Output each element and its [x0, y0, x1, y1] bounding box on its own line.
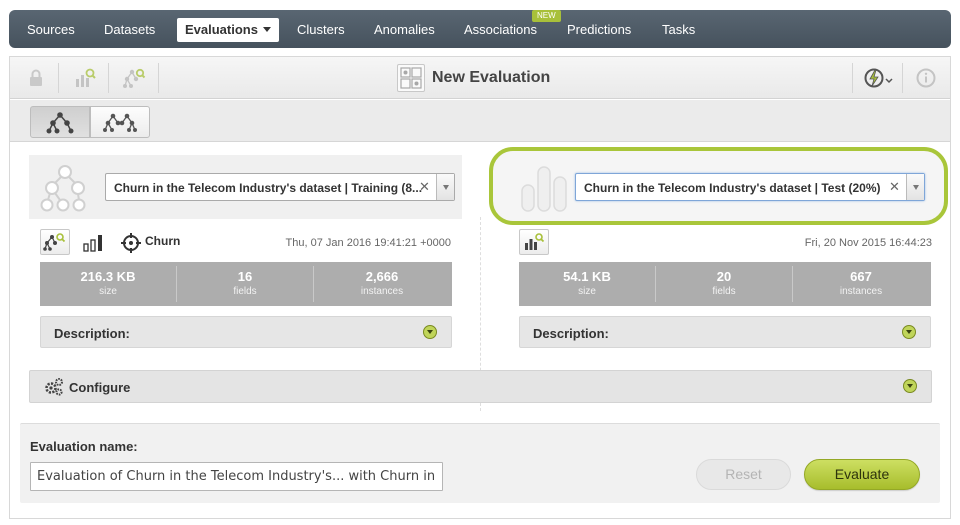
description-label: Description:	[54, 326, 130, 341]
model-type-bar	[10, 100, 950, 142]
toolbar-divider	[108, 63, 109, 93]
toolbar-divider	[158, 63, 159, 93]
dropdown-arrow-icon[interactable]	[906, 174, 924, 200]
nav-datasets[interactable]: Datasets	[104, 22, 155, 37]
expand-icon[interactable]	[423, 325, 437, 339]
configure-section[interactable]: Configure	[29, 370, 932, 403]
nav-evaluations-label: Evaluations	[185, 22, 258, 37]
stat-value: 2,666	[365, 269, 399, 284]
stat-instances: 2,666 instances	[314, 262, 450, 306]
reset-button[interactable]: Reset	[696, 459, 791, 490]
model-stats: 216.3 KB size 16 fields 2,666 instances	[40, 262, 452, 306]
objective-field: Churn	[145, 234, 181, 248]
model-select-box: Churn in the Telecom Industry's dataset …	[29, 155, 462, 219]
signal-bars-icon	[83, 233, 105, 253]
model-panel: Churn in the Telecom Industry's dataset …	[29, 155, 462, 357]
lock-icon[interactable]	[24, 66, 48, 90]
model-tree-icon	[39, 163, 91, 213]
gears-icon	[43, 377, 65, 397]
stat-label: size	[99, 286, 117, 297]
model-description[interactable]: Description:	[40, 316, 452, 348]
dataset-chart-button[interactable]	[519, 229, 549, 255]
stat-label: size	[578, 286, 596, 297]
dropdown-arrow-icon[interactable]	[436, 174, 454, 200]
evaluation-name-label: Evaluation name:	[30, 439, 138, 454]
toolbar-divider	[852, 63, 853, 93]
evaluation-form: Evaluation name: Reset Evaluate	[20, 423, 940, 503]
target-icon	[120, 232, 142, 254]
nav-associations[interactable]: Associations	[464, 22, 537, 37]
configure-label: Configure	[69, 380, 131, 395]
model-select-value: Churn in the Telecom Industry's dataset …	[114, 181, 423, 195]
model-meta-row: Churn Thu, 07 Jan 2016 19:41:21 +0000	[40, 229, 462, 257]
nav-sources[interactable]: Sources	[27, 22, 75, 37]
model-chart-icon[interactable]	[73, 66, 97, 90]
stat-value: 667	[850, 269, 872, 284]
evaluation-icon	[397, 64, 425, 92]
stat-value: 20	[716, 269, 732, 284]
tree-model-icon[interactable]	[122, 66, 146, 90]
dataset-panel: Churn in the Telecom Industry's dataset …	[489, 147, 948, 357]
lightning-icon[interactable]	[862, 66, 898, 90]
clear-icon[interactable]: ✕	[419, 179, 430, 195]
dataset-select-value: Churn in the Telecom Industry's dataset …	[584, 181, 881, 195]
stat-size: 54.1 KB size	[519, 262, 655, 306]
dataset-meta-row: Fri, 20 Nov 2015 16:44:23	[519, 229, 932, 257]
caret-down-icon	[262, 27, 271, 32]
dataset-select[interactable]: Churn in the Telecom Industry's dataset …	[575, 173, 925, 201]
new-badge: NEW	[532, 10, 561, 22]
nav-anomalies[interactable]: Anomalies	[374, 22, 435, 37]
dataset-stats: 54.1 KB size 20 fields 667 instances	[519, 262, 931, 306]
stat-label: fields	[233, 286, 257, 297]
toolbar: New Evaluation	[10, 57, 950, 99]
stat-instances: 667 instances	[793, 262, 929, 306]
stat-value: 54.1 KB	[563, 269, 611, 284]
nav-evaluations[interactable]: Evaluations	[177, 18, 279, 42]
expand-icon[interactable]	[902, 325, 916, 339]
ensemble-model-tab[interactable]	[90, 106, 150, 138]
top-navigation: Sources Datasets Evaluations Clusters An…	[9, 10, 951, 48]
dataset-select-box: Churn in the Telecom Industry's dataset …	[489, 147, 948, 225]
nav-clusters[interactable]: Clusters	[297, 22, 345, 37]
model-select[interactable]: Churn in the Telecom Industry's dataset …	[105, 173, 455, 201]
tree-model-button[interactable]	[40, 229, 70, 255]
stat-value: 216.3 KB	[80, 269, 136, 284]
stat-label: instances	[360, 286, 404, 297]
expand-icon[interactable]	[903, 379, 917, 393]
stat-fields: 20 fields	[656, 262, 792, 306]
toolbar-divider	[58, 63, 59, 93]
evaluate-button[interactable]: Evaluate	[804, 459, 920, 490]
description-label: Description:	[533, 326, 609, 341]
dataset-bars-icon	[520, 165, 570, 213]
stat-label: instances	[839, 286, 883, 297]
stat-fields: 16 fields	[177, 262, 313, 306]
model-date: Thu, 07 Jan 2016 19:41:21 +0000	[285, 237, 451, 249]
stat-size: 216.3 KB size	[40, 262, 176, 306]
stat-label: fields	[712, 286, 736, 297]
dataset-description[interactable]: Description:	[519, 316, 931, 348]
info-icon[interactable]	[914, 66, 938, 90]
nav-tasks[interactable]: Tasks	[662, 22, 695, 37]
clear-icon[interactable]: ✕	[889, 179, 900, 195]
page-title: New Evaluation	[432, 69, 551, 86]
nav-predictions[interactable]: Predictions	[567, 22, 631, 37]
stat-value: 16	[237, 269, 253, 284]
dataset-date: Fri, 20 Nov 2015 16:44:23	[804, 237, 932, 249]
toolbar-divider	[902, 63, 903, 93]
single-model-tab[interactable]	[30, 106, 90, 138]
evaluation-name-input[interactable]	[30, 462, 443, 491]
evaluation-frame: New Evaluation Churn in the Telecom Indu…	[9, 56, 951, 519]
